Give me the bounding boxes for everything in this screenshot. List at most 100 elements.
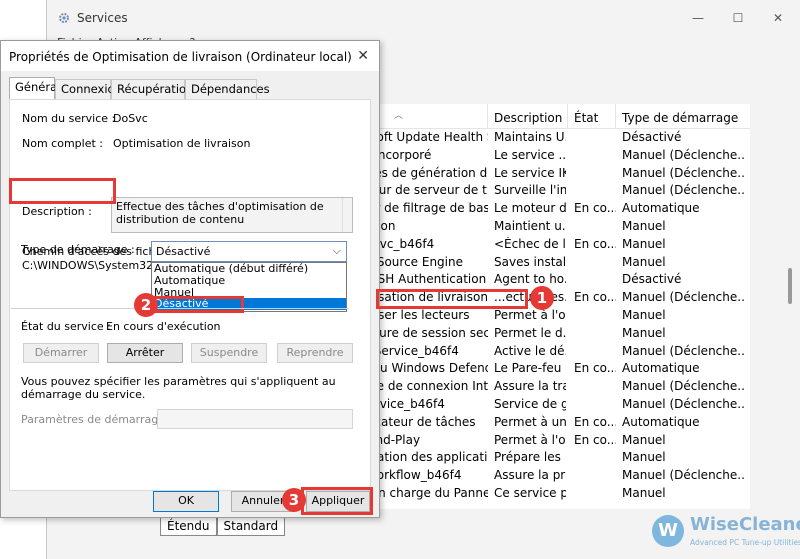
services-scrollbar[interactable] <box>788 268 792 304</box>
dialog-title: Propriétés de Optimisation de livraison … <box>9 50 352 64</box>
startup-type-selected: Désactivé <box>156 245 211 258</box>
start-button[interactable]: Démarrer <box>23 343 99 363</box>
service-row-highlight <box>376 289 528 309</box>
service-description-cell: Assure la tra... <box>494 379 566 394</box>
service-startup-cell: Manuel (Déclenche... <box>622 165 746 180</box>
service-description-cell: Assure la pri... <box>494 468 566 483</box>
watermark: W WiseCleaner Advanced PC Tune-up Utilit… <box>652 513 800 553</box>
tab-general[interactable]: Général <box>9 77 60 99</box>
startup-type-combo[interactable]: Désactivé ⌵ <box>151 241 347 262</box>
table-row[interactable]: Mode incorporé Le service ... Manuel (Décl… <box>330 147 750 165</box>
column-description[interactable]: Description <box>488 104 568 129</box>
service-startup-cell: Manuel <box>622 432 666 447</box>
service-description-cell: Le moteur d... <box>494 201 566 216</box>
disabled-option-highlight <box>150 296 244 313</box>
params-label: Paramètres de démarrage : <box>21 413 173 426</box>
service-description-cell: Service de g... <box>494 396 566 411</box>
table-row[interactable]: Plug-and-PlayPermet à l'o...En co...Manu… <box>330 432 750 450</box>
description-text: Effectue des tâches d'optimisation de di… <box>116 200 324 226</box>
close-icon[interactable]: ✕ <box>758 8 798 28</box>
status-value: En cours d'exécution <box>106 320 221 333</box>
table-row[interactable]: Pare-feu Windows DefenderLe Pare-feu ...… <box>330 360 750 378</box>
table-row[interactable]: Moniteur de serveur de tra...Surveille l… <box>330 182 750 200</box>
service-state-cell: En co... <box>574 201 616 216</box>
service-startup-cell: Manuel (Déclenche... <box>622 468 746 483</box>
tab-extended[interactable]: Étendu <box>160 517 217 536</box>
service-description-cell: Permet à un... <box>494 414 566 429</box>
table-row[interactable]: Moteur de filtrage de baseLe moteur d...… <box>330 200 750 218</box>
tab-connexion[interactable]: Connexion <box>55 79 122 99</box>
close-icon[interactable]: ✕ <box>357 48 369 64</box>
watermark-name: WiseCleaner <box>690 514 800 535</box>
table-row[interactable]: Microsoft Update Health Se...Maintains U… <box>330 129 750 147</box>
service-startup-cell: Manuel (Déclenche... <box>622 343 746 358</box>
services-list-header: ︿om Description État Type de démarrage <box>330 104 750 129</box>
service-startup-cell: Automatique <box>622 201 700 216</box>
service-name-value: DoSvc <box>113 112 148 125</box>
service-description-cell: Prépare les ... <box>494 450 566 465</box>
display-name-value: Optimisation de livraison <box>113 137 251 150</box>
service-startup-cell: Manuel (Déclenche... <box>622 290 746 305</box>
apply-highlight <box>301 487 373 515</box>
tab-dependencies[interactable]: Dépendances <box>185 79 270 99</box>
separator <box>11 308 349 309</box>
table-row[interactable]: NPSMSvc_b46f4<Échec de l...En co...Manue… <box>330 236 750 254</box>
service-startup-cell: Désactivé <box>622 130 682 144</box>
service-state-cell: En co... <box>574 236 616 251</box>
column-startup-type[interactable]: Type de démarrage <box>616 104 750 129</box>
maximize-icon[interactable]: ☐ <box>718 8 758 28</box>
minimize-icon[interactable]: — <box>678 8 718 28</box>
table-row[interactable]: P9RdrService_b46f4Active le dé...Manuel … <box>330 343 750 361</box>
option-automatic[interactable]: Automatique <box>152 274 346 287</box>
table-row[interactable]: Modules de génération de c...Le service … <box>330 165 750 183</box>
service-description-cell: <Échec de l... <box>494 236 566 251</box>
table-row[interactable]: Préparation des applicationsPrépare les … <box>330 449 750 467</box>
stop-button[interactable]: Arrêter <box>107 343 183 363</box>
service-description-cell: Active le dé... <box>494 343 566 358</box>
column-state[interactable]: État <box>568 104 616 129</box>
service-startup-cell: Manuel (Déclenche... <box>622 183 746 198</box>
service-description-cell: Le Pare-feu ... <box>494 361 566 376</box>
service-description-cell: Maintient u... <box>494 218 566 233</box>
service-startup-cell: Manuel <box>622 485 666 500</box>
service-description-cell: Le service ... <box>494 147 566 162</box>
tab-recovery[interactable]: Récupération <box>111 79 193 99</box>
service-description-cell: Permet à l'o... <box>494 307 566 322</box>
tab-standard[interactable]: Standard <box>216 517 286 536</box>
service-startup-cell: Manuel (Déclenche... <box>622 379 746 394</box>
table-row[interactable]: Planificateur de tâchesPermet à un...En … <box>330 414 750 432</box>
params-input[interactable] <box>157 409 353 429</box>
step-badge-1: 1 <box>530 286 554 310</box>
chevron-down-icon: ⌵ <box>332 244 341 257</box>
table-row[interactable]: NetLogonMaintient u...Manuel <box>330 218 750 236</box>
table-row[interactable]: PrintWorkflow_b46f4Assure la pri...Manue… <box>330 467 750 485</box>
service-startup-cell: Automatique <box>622 361 700 376</box>
service-state-cell: En co... <box>574 432 616 447</box>
table-row[interactable]: Partage de connexion Inter...Assure la t… <box>330 378 750 396</box>
resume-button[interactable]: Reprendre <box>277 343 353 363</box>
service-startup-cell: Automatique <box>622 414 700 429</box>
dialog-titlebar: Propriétés de Optimisation de livraison … <box>1 41 379 71</box>
service-name-label: Nom du service : <box>22 112 116 125</box>
ok-button[interactable]: OK <box>153 491 219 512</box>
gear-icon <box>59 13 69 23</box>
status-label: État du service : <box>21 320 111 333</box>
service-description-cell: Agent to ho... <box>494 272 566 287</box>
view-tabs: Étendu Standard <box>160 517 286 537</box>
service-startup-cell: Désactivé <box>622 272 682 287</box>
suspend-button[interactable]: Suspendre <box>191 343 267 363</box>
description-box[interactable]: Effectue des tâches d'optimisation de di… <box>111 197 353 233</box>
service-description-cell: Permet le d... <box>494 325 566 340</box>
service-description-cell: Ce service p... <box>494 485 566 500</box>
description-scrollbar[interactable] <box>342 198 352 232</box>
table-row[interactable]: Prise en charge du Panneau...Ce service … <box>330 485 750 503</box>
properties-dialog: Propriétés de Optimisation de livraison … <box>0 40 380 518</box>
service-description-cell: Permet à l'o... <box>494 432 566 447</box>
table-row[interactable]: PenService_b46f4Service de g...Manuel (D… <box>330 396 750 414</box>
service-state-cell: En co... <box>574 361 616 376</box>
table-row[interactable]: Ouverture de session secon...Permet le d… <box>330 325 750 343</box>
description-label: Description : <box>22 205 92 218</box>
service-startup-cell: Manuel <box>622 236 666 251</box>
table-row[interactable]: Office Source EngineSaves install...Manu… <box>330 254 750 272</box>
service-description-cell: Le service IK... <box>494 165 566 180</box>
